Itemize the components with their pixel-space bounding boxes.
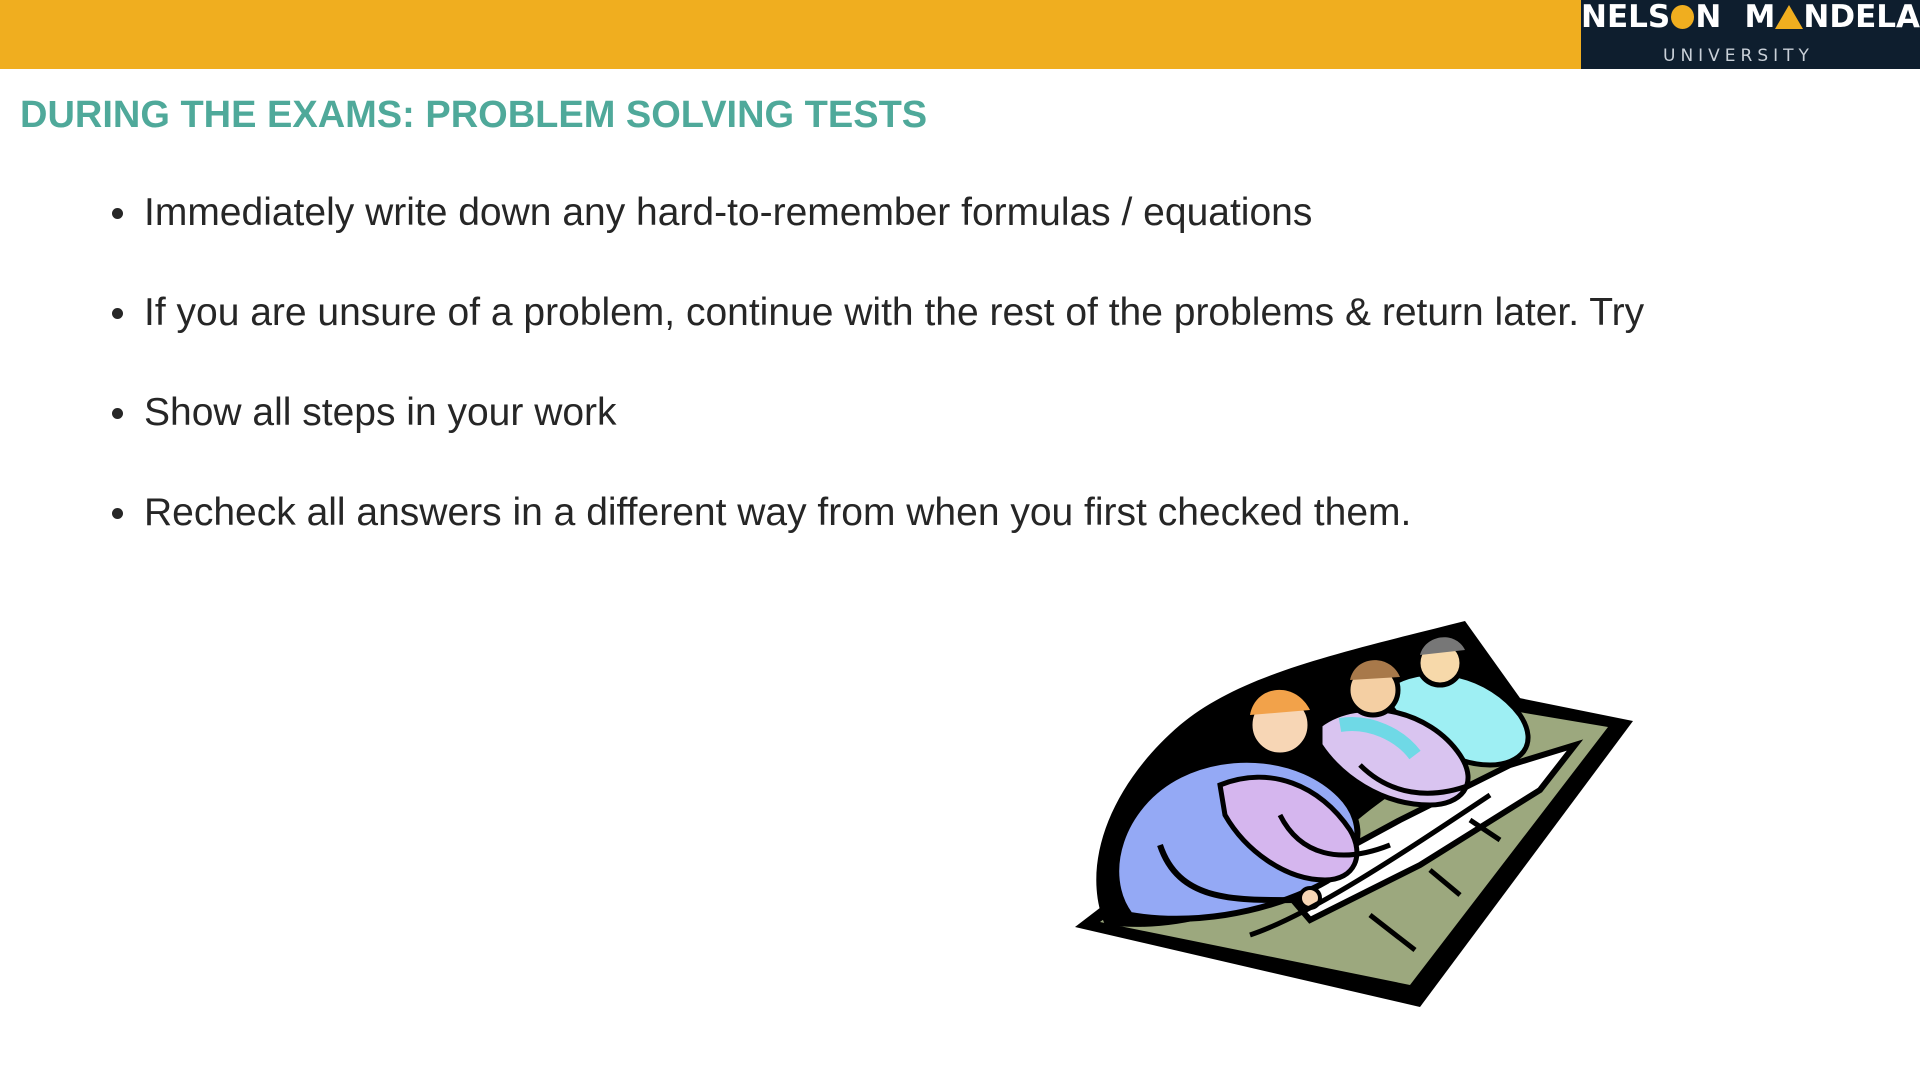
logo-sun-icon (1671, 5, 1695, 29)
bullet-icon (112, 408, 123, 419)
bullet-text: If you are unsure of a problem, continue… (144, 291, 1645, 334)
bullet-text: Recheck all answers in a different way f… (144, 491, 1412, 534)
logo-wordmark: NELS N M NDELA (1581, 0, 1920, 34)
bullet-item: Immediately write down any hard-to-remem… (108, 188, 1644, 238)
bullet-item: Show all steps in your work (108, 388, 1644, 438)
logo-subtitle: UNIVERSITY (1663, 46, 1814, 66)
bullet-text: Immediately write down any hard-to-remem… (144, 191, 1313, 234)
bullet-icon (112, 508, 123, 519)
logo-text-part4: NDELA (1803, 0, 1920, 35)
bullet-item: If you are unsure of a problem, continue… (108, 288, 1644, 338)
students-writing-exam-icon (1075, 621, 1633, 1007)
logo-text-part2: N (1695, 0, 1722, 35)
bullet-icon (112, 208, 123, 219)
logo-text-part3: M (1744, 0, 1776, 35)
university-logo: NELS N M NDELA UNIVERSITY (1581, 0, 1920, 69)
header-bar (0, 0, 1581, 69)
bullet-text: Show all steps in your work (144, 391, 617, 434)
bullet-list: Immediately write down any hard-to-remem… (108, 188, 1644, 588)
logo-triangle-icon (1775, 5, 1804, 29)
bullet-icon (112, 308, 123, 319)
bullet-item: Recheck all answers in a different way f… (108, 488, 1644, 538)
logo-text-part1: NELS (1581, 0, 1671, 35)
slide: NELS N M NDELA UNIVERSITY DURING THE EXA… (0, 0, 1920, 1080)
slide-title: DURING THE EXAMS: PROBLEM SOLVING TESTS (20, 94, 928, 136)
